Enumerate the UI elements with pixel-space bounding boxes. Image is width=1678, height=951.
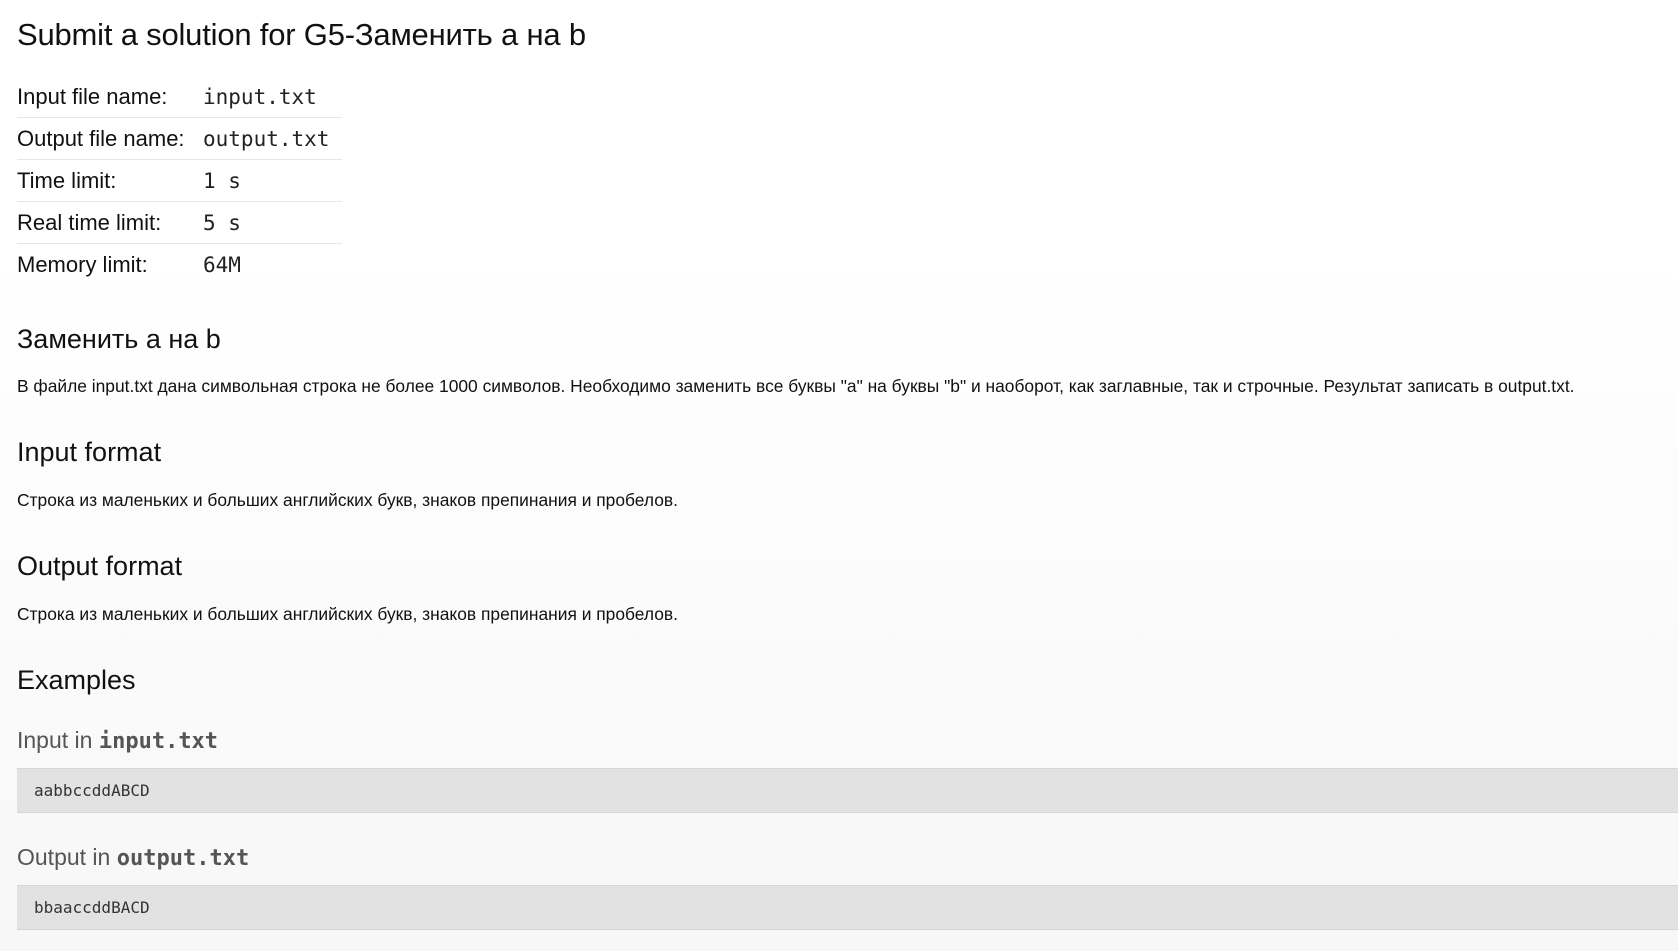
limits-row-real-time-limit: Real time limit: 5 s — [17, 201, 342, 244]
limit-value: output.txt — [203, 117, 342, 160]
limits-row-time-limit: Time limit: 1 s — [17, 159, 342, 202]
examples-heading: Examples — [17, 665, 136, 695]
input-format-text: Строка из маленьких и больших английских… — [17, 490, 678, 510]
limit-label: Time limit: — [17, 159, 203, 202]
limit-value: input.txt — [203, 76, 342, 118]
example-input-prefix: Input in — [17, 727, 99, 753]
limits-row-memory-limit: Memory limit: 64M — [17, 244, 342, 286]
limit-value: 5 s — [203, 201, 342, 244]
example-input-sample[interactable]: aabbccddABCD — [17, 768, 1678, 813]
limit-label: Input file name: — [17, 76, 203, 118]
statement-heading: Заменить а на b — [17, 324, 221, 354]
example-output-prefix: Output in — [17, 844, 117, 870]
limits-row-output-file: Output file name: output.txt — [17, 117, 342, 160]
example-input-heading: Input in input.txt — [17, 727, 218, 754]
page-title: Submit a solution for G5-Заменить а на b — [17, 17, 586, 52]
example-input-filename: input.txt — [98, 729, 219, 754]
limit-label: Memory limit: — [17, 251, 148, 277]
limit-label: Real time limit: — [17, 201, 203, 244]
example-output-sample[interactable]: bbaaccddBACD — [17, 885, 1678, 930]
limit-value: 64M — [203, 252, 241, 277]
limits-table: Input file name: input.txt Output file n… — [17, 76, 342, 285]
output-format-heading: Output format — [17, 551, 183, 581]
example-output-heading: Output in output.txt — [17, 844, 249, 871]
output-format-text: Строка из маленьких и больших английских… — [17, 604, 678, 624]
limits-row-input-file: Input file name: input.txt — [17, 76, 342, 118]
input-format-heading: Input format — [17, 437, 162, 467]
limit-value: 1 s — [203, 159, 342, 202]
limit-label: Output file name: — [17, 117, 203, 160]
example-output-filename: output.txt — [116, 846, 250, 871]
statement-text: В файле input.txt дана символьная строка… — [17, 376, 1575, 396]
